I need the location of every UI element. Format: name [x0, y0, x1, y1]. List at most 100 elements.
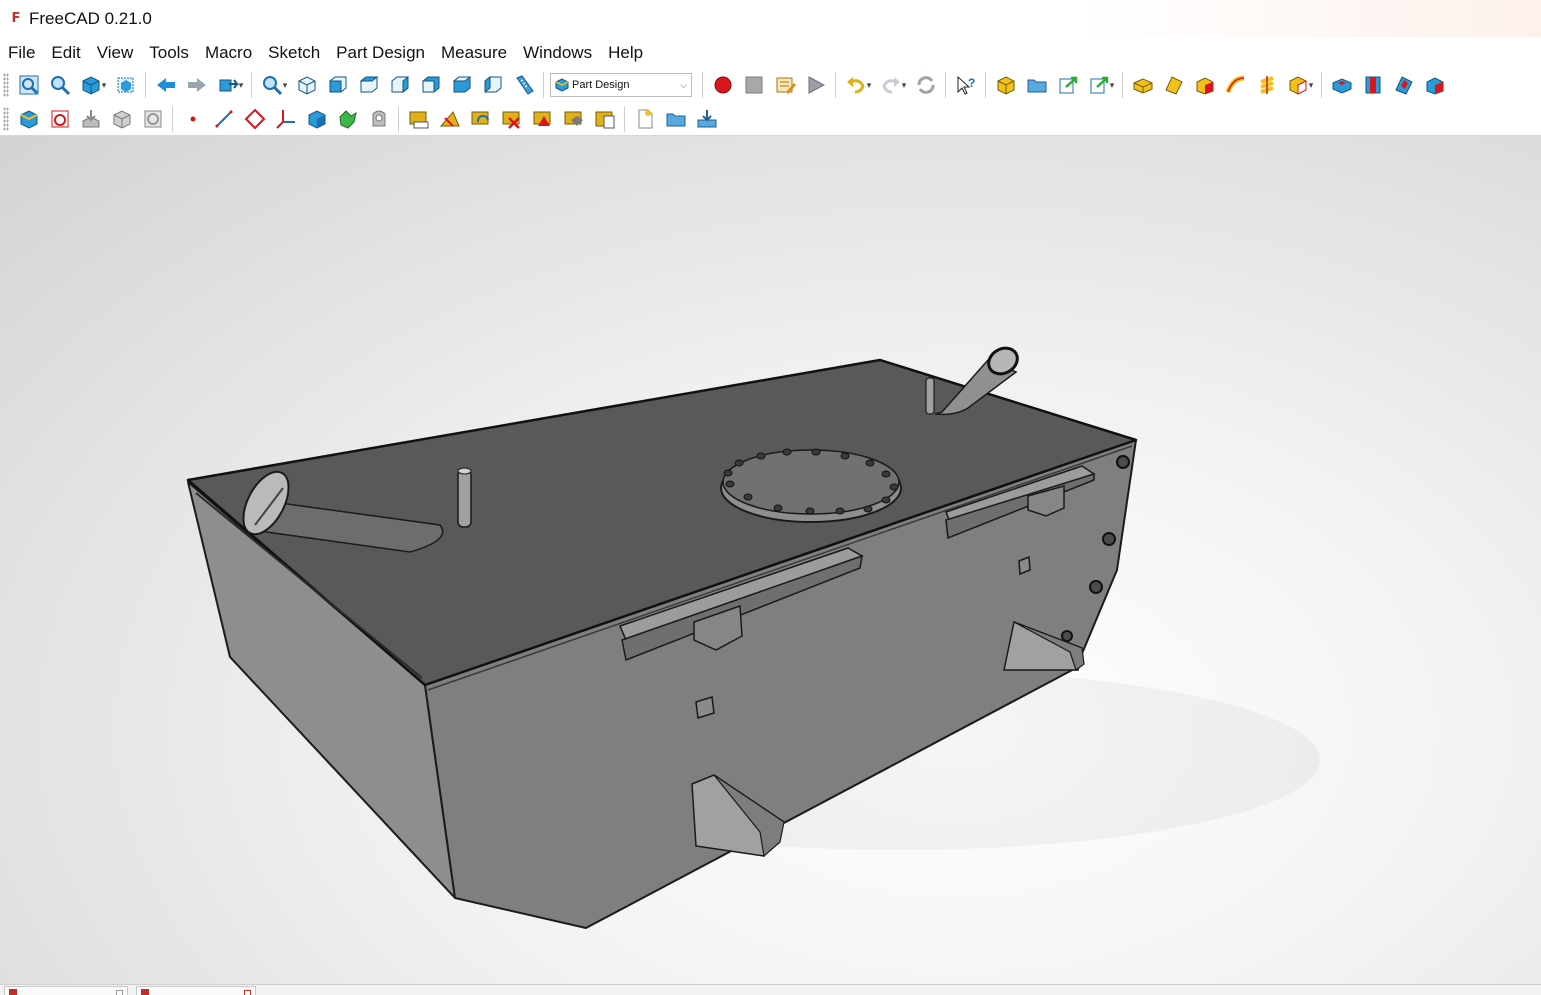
toolbar-row-1: ▾ ▾ ▾ Part Design ⌵ ▾ ▾ ? ▾ ▾	[0, 68, 1541, 102]
body-clone-icon[interactable]	[332, 104, 363, 134]
fit-all-icon[interactable]	[13, 70, 44, 100]
revolution-icon[interactable]	[1158, 70, 1189, 100]
window-title: FreeCAD 0.21.0	[29, 8, 152, 28]
toolbar-separator	[251, 72, 252, 98]
measure-distance-icon[interactable]	[508, 70, 539, 100]
fit-selection-icon[interactable]	[44, 70, 75, 100]
top-view-icon[interactable]	[353, 70, 384, 100]
validate-sketch-icon[interactable]	[75, 104, 106, 134]
menu-file[interactable]: File	[0, 37, 43, 68]
subtractive-loft-icon[interactable]	[1419, 70, 1450, 100]
chamfer-icon[interactable]	[363, 104, 394, 134]
hole-icon[interactable]	[1357, 70, 1388, 100]
menu-help[interactable]: Help	[600, 37, 651, 68]
chevron-down-icon: ⌵	[680, 79, 687, 90]
menu-sketch[interactable]: Sketch	[260, 37, 328, 68]
toolbar-separator	[1122, 72, 1123, 98]
measure-linear-icon[interactable]	[403, 104, 434, 134]
create-part-icon[interactable]	[990, 70, 1021, 100]
toolbar-separator	[624, 105, 625, 132]
left-view-icon[interactable]	[477, 70, 508, 100]
menu-measure[interactable]: Measure	[433, 37, 515, 68]
3d-viewport[interactable]	[0, 136, 1541, 984]
datum-plane-icon[interactable]	[239, 104, 270, 134]
forward-icon[interactable]	[181, 70, 212, 100]
menu-bar: File Edit View Tools Macro Sketch Part D…	[0, 37, 1541, 68]
toolbar-separator	[543, 72, 544, 98]
measure-toggle-delta-icon[interactable]	[589, 104, 620, 134]
clone-icon[interactable]	[137, 104, 168, 134]
additive-primitive-dropdown-icon[interactable]: ▾	[1307, 80, 1315, 91]
link-actions-dropdown-icon[interactable]: ▾	[1108, 80, 1116, 91]
back-icon[interactable]	[150, 70, 181, 100]
menu-macro[interactable]: Macro	[197, 37, 260, 68]
bottom-view-icon[interactable]	[446, 70, 477, 100]
rear-view-icon[interactable]	[415, 70, 446, 100]
menu-edit[interactable]: Edit	[43, 37, 88, 68]
macro-run-icon[interactable]	[800, 70, 831, 100]
create-group-icon[interactable]	[1021, 70, 1052, 100]
document-tab-bar	[0, 984, 1541, 995]
menu-windows[interactable]: Windows	[515, 37, 600, 68]
open-document-icon[interactable]	[660, 104, 691, 134]
measure-clear-icon[interactable]	[496, 104, 527, 134]
measure-angular-icon[interactable]	[434, 104, 465, 134]
draw-style-dropdown-icon[interactable]: ▾	[100, 80, 108, 91]
pocket-icon[interactable]	[1326, 70, 1357, 100]
workbench-selector[interactable]: Part Design ⌵	[550, 73, 692, 97]
macro-edit-icon[interactable]	[769, 70, 800, 100]
undo-dropdown-icon[interactable]: ▾	[865, 80, 873, 91]
close-icon[interactable]	[244, 990, 251, 995]
link-icon[interactable]	[1052, 70, 1083, 100]
document-icon	[9, 989, 17, 995]
measure-refresh-icon[interactable]	[465, 104, 496, 134]
macro-stop-icon[interactable]	[738, 70, 769, 100]
additive-pipe-icon[interactable]	[1220, 70, 1251, 100]
measure-toggle-3d-icon[interactable]	[558, 104, 589, 134]
toolbar-separator	[835, 72, 836, 98]
redo-dropdown-icon[interactable]: ▾	[900, 80, 908, 91]
front-view-icon[interactable]	[322, 70, 353, 100]
shape-binder-icon[interactable]	[106, 104, 137, 134]
freecad-logo-icon: F	[11, 11, 21, 26]
new-document-icon[interactable]	[629, 104, 660, 134]
close-icon[interactable]	[116, 990, 123, 995]
pad-icon[interactable]	[1127, 70, 1158, 100]
datum-line-icon[interactable]	[208, 104, 239, 134]
toolbar-separator	[398, 105, 399, 132]
toolbar-separator	[985, 72, 986, 98]
toolbar-separator	[945, 72, 946, 98]
part-design-workbench-icon	[555, 78, 569, 92]
refresh-icon[interactable]	[910, 70, 941, 100]
macro-record-icon[interactable]	[707, 70, 738, 100]
save-document-icon[interactable]	[691, 104, 722, 134]
menu-tools[interactable]: Tools	[141, 37, 197, 68]
right-view-icon[interactable]	[384, 70, 415, 100]
bounding-box-icon[interactable]	[110, 70, 141, 100]
toolbar-row-2	[0, 102, 1541, 136]
sync-view-dropdown-icon[interactable]: ▾	[237, 80, 245, 91]
create-sketch-icon[interactable]	[44, 104, 75, 134]
measure-toggle-all-icon[interactable]	[527, 104, 558, 134]
workbench-selector-value: Part Design	[572, 79, 630, 91]
zoom-dropdown-icon[interactable]: ▾	[281, 80, 289, 91]
subshape-binder-icon[interactable]	[301, 104, 332, 134]
groove-icon[interactable]	[1388, 70, 1419, 100]
create-body-icon[interactable]	[13, 104, 44, 134]
additive-helix-icon[interactable]	[1251, 70, 1282, 100]
whats-this-icon[interactable]: ?	[950, 70, 981, 100]
toolbar-grip[interactable]	[3, 73, 9, 97]
document-icon	[141, 989, 149, 995]
datum-point-icon[interactable]	[177, 104, 208, 134]
menu-view[interactable]: View	[89, 37, 142, 68]
additive-loft-icon[interactable]	[1189, 70, 1220, 100]
toolbar-grip[interactable]	[3, 106, 9, 131]
menu-part-design[interactable]: Part Design	[328, 37, 433, 68]
isometric-view-icon[interactable]	[291, 70, 322, 100]
toolbar-separator	[702, 72, 703, 98]
fuel-tank-model[interactable]	[0, 136, 1541, 984]
title-bar: F FreeCAD 0.21.0	[0, 0, 1541, 37]
local-coordinate-system-icon[interactable]	[270, 104, 301, 134]
toolbar-separator	[1321, 72, 1322, 98]
toolbar-separator	[145, 72, 146, 98]
